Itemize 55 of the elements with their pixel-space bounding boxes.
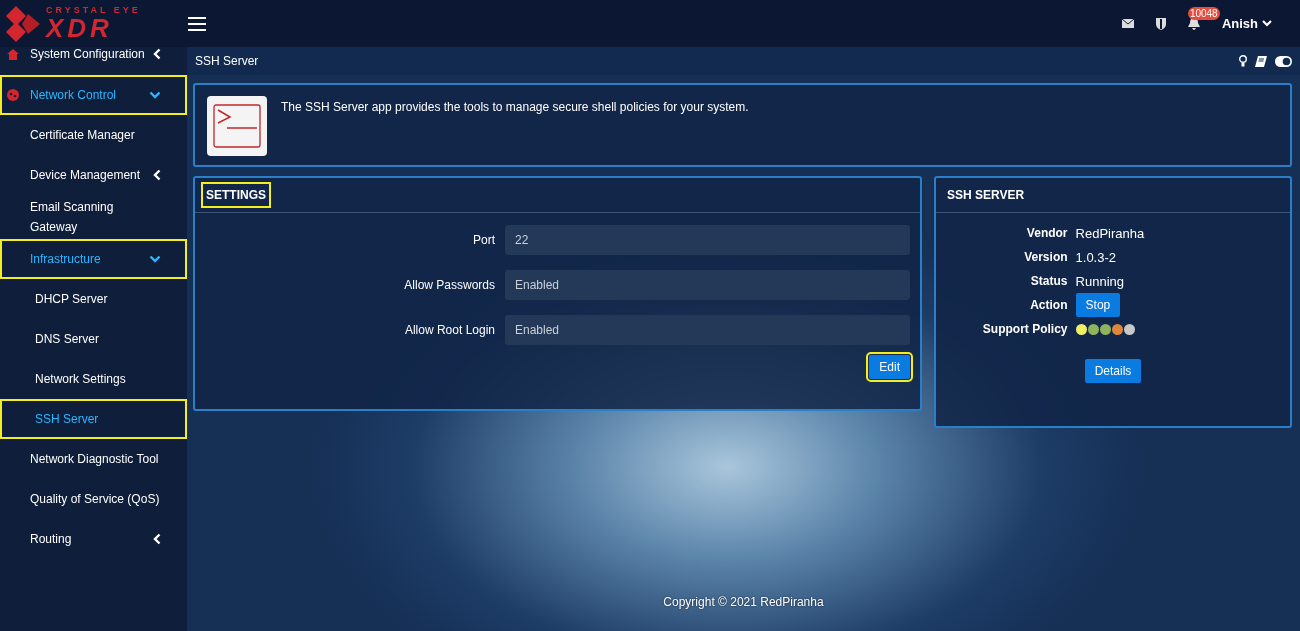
chevron-down-icon — [1262, 20, 1272, 27]
home-icon — [7, 48, 19, 60]
sidebar-item[interactable]: DNS Server — [0, 319, 187, 359]
book-icon[interactable] — [1255, 55, 1267, 67]
logo-tagline: CRYSTAL EYE — [46, 6, 141, 15]
chevron-left-icon[interactable] — [153, 48, 161, 60]
sidebar-item[interactable]: Network Settings — [0, 359, 187, 399]
terminal-icon — [213, 104, 261, 148]
sidebar-item[interactable]: Network Control — [0, 75, 187, 115]
info-label: Action — [1029, 298, 1068, 312]
chevron-left-icon[interactable] — [153, 533, 161, 545]
info-value: 1.0.3-2 — [1075, 249, 1117, 265]
input-field[interactable]: Enabled — [505, 315, 910, 345]
notification-badge: 10048 — [1187, 7, 1220, 20]
input-field[interactable]: Enabled — [505, 270, 910, 300]
menu-icon[interactable] — [187, 15, 207, 32]
logo-icon — [4, 3, 42, 44]
page-title: SSH Server — [195, 54, 259, 68]
info-label: Status — [1029, 274, 1068, 288]
info-label: Version — [1023, 250, 1068, 264]
sidebar-item[interactable]: Quality of Service (QoS) — [0, 479, 187, 519]
sidebar-item[interactable]: System Configuration — [0, 41, 187, 67]
sidebar-item[interactable]: Email Scanning Gateway — [0, 195, 187, 239]
field-label: Allow Passwords — [403, 278, 495, 292]
field-label: Allow Root Login — [403, 323, 495, 337]
field-label: Port — [472, 233, 495, 247]
sidebar-item[interactable]: Device Management — [0, 155, 187, 195]
network-icon — [7, 89, 19, 101]
sidebar-item[interactable]: Routing — [0, 519, 187, 559]
user-menu[interactable]: Anish — [1221, 16, 1272, 31]
info-value: RedPiranha — [1075, 225, 1145, 241]
input-field[interactable]: 22 — [505, 225, 910, 255]
stop-button[interactable]: Stop — [1075, 293, 1121, 317]
intro-text: The SSH Server app provides the tools to manage secure shell policies for your system. — [281, 100, 749, 114]
panel-title: SSH SERVER — [946, 187, 1026, 204]
logo-wordmark: XDR — [46, 15, 114, 41]
chevron-down-icon[interactable] — [149, 91, 161, 99]
info-label: Support Policy — [981, 322, 1068, 336]
sidebar-item[interactable]: SSH Server — [0, 399, 187, 439]
info-value: Running — [1075, 273, 1124, 289]
sidebar-item[interactable]: Certificate Manager — [0, 115, 187, 155]
sidebar-item[interactable]: Network Diagnostic Tool — [0, 439, 187, 479]
edit-button[interactable]: Edit — [869, 355, 910, 379]
toggle-icon[interactable] — [1275, 55, 1292, 67]
sidebar-item[interactable]: Infrastructure — [0, 239, 187, 279]
lightbulb-icon[interactable] — [1239, 55, 1247, 67]
details-button[interactable]: Details — [1084, 359, 1142, 383]
sidebar-item[interactable]: DHCP Server — [0, 279, 187, 319]
panel-title: SETTINGS — [201, 182, 271, 208]
mail-icon[interactable] — [1121, 19, 1134, 28]
shield-icon[interactable] — [1155, 17, 1166, 30]
chevron-down-icon[interactable] — [149, 255, 161, 263]
chevron-left-icon[interactable] — [153, 169, 161, 181]
copyright-text: Copyright © 2021 RedPiranha — [662, 595, 825, 611]
info-label: Vendor — [1025, 226, 1068, 240]
